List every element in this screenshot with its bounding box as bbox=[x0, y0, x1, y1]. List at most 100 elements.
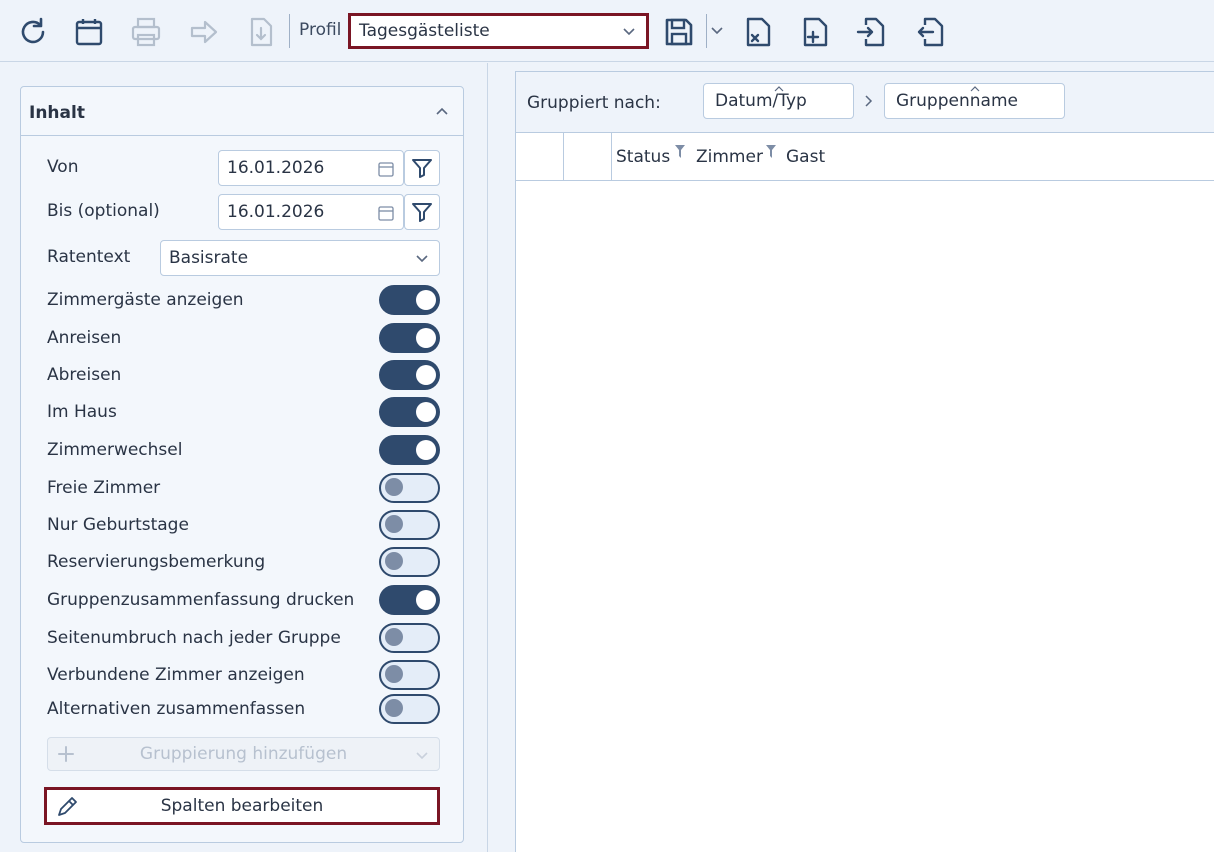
delete-profile-button[interactable] bbox=[738, 12, 778, 52]
toggle-switch[interactable] bbox=[379, 585, 440, 615]
from-date-value: 16.01.2026 bbox=[227, 158, 325, 178]
toolbar: Profil Tagesgästeliste bbox=[0, 0, 1214, 62]
toggle-knob bbox=[416, 290, 436, 310]
chevron-up-icon[interactable] bbox=[435, 105, 449, 119]
plus-icon bbox=[58, 746, 74, 762]
chevron-down-icon bbox=[416, 255, 428, 263]
toggle-switch[interactable] bbox=[379, 360, 440, 390]
chevron-down-icon[interactable] bbox=[709, 22, 725, 38]
toggle-knob bbox=[416, 402, 436, 422]
toggle-switch[interactable] bbox=[379, 660, 440, 690]
toggle-label: Alternativen zusammenfassen bbox=[47, 699, 306, 719]
settings-pane: Inhalt Von 16.01.2026 Bis (optional) 16.… bbox=[0, 63, 488, 852]
toggle-label: Zimmergäste anzeigen bbox=[47, 290, 244, 310]
column-header-room[interactable]: Zimmer bbox=[696, 147, 763, 167]
to-date-input[interactable]: 16.01.2026 bbox=[218, 194, 404, 230]
content-card-header[interactable]: Inhalt bbox=[21, 87, 463, 136]
edit-columns-button[interactable]: Spalten bearbeiten bbox=[44, 787, 440, 825]
forward-button[interactable] bbox=[184, 12, 224, 52]
save-icon bbox=[665, 18, 693, 46]
print-icon bbox=[131, 17, 161, 47]
to-label: Bis (optional) bbox=[47, 201, 160, 221]
grouped-by-label: Gruppiert nach: bbox=[527, 93, 661, 113]
export-profile-icon bbox=[917, 17, 944, 47]
profile-select-value: Tagesgästeliste bbox=[359, 21, 490, 41]
toggle-label: Reservierungsbemerkung bbox=[47, 552, 266, 572]
sort-caret-icon[interactable] bbox=[772, 84, 786, 94]
column-separator bbox=[563, 133, 564, 181]
refresh-icon bbox=[21, 17, 45, 44]
filter-icon[interactable] bbox=[765, 144, 777, 160]
toggle-switch[interactable] bbox=[379, 694, 440, 724]
toggle-label: Gruppenzusammenfassung drucken bbox=[47, 590, 355, 610]
toggle-switch[interactable] bbox=[379, 473, 440, 503]
refresh-button[interactable] bbox=[13, 12, 53, 52]
filter-icon[interactable] bbox=[674, 144, 686, 160]
toggle-switch[interactable] bbox=[379, 547, 440, 577]
profile-label: Profil bbox=[299, 20, 342, 40]
toggle-switch[interactable] bbox=[379, 285, 440, 315]
toggle-knob bbox=[416, 590, 436, 610]
toggle-knob bbox=[385, 699, 403, 717]
rate-select[interactable]: Basisrate bbox=[160, 240, 440, 276]
toggle-knob bbox=[416, 440, 436, 460]
filter-icon bbox=[412, 203, 432, 222]
toggle-label: Freie Zimmer bbox=[47, 478, 161, 498]
from-filter-button[interactable] bbox=[404, 150, 440, 186]
toggle-knob bbox=[385, 665, 403, 683]
export-icon bbox=[250, 17, 273, 47]
toggle-switch[interactable] bbox=[379, 623, 440, 653]
group-chip-label: Gruppenname bbox=[896, 91, 1018, 111]
column-separator bbox=[611, 133, 612, 181]
toggle-switch[interactable] bbox=[379, 435, 440, 465]
add-grouping-select[interactable]: Gruppierung hinzufügen bbox=[47, 737, 440, 771]
to-date-value: 16.01.2026 bbox=[227, 202, 325, 222]
report-grid-pane: Gruppiert nach: Datum/Typ Gruppenname St… bbox=[515, 71, 1214, 852]
rate-select-value: Basisrate bbox=[169, 248, 249, 268]
filter-icon bbox=[412, 159, 432, 178]
group-chip-label: Datum/Typ bbox=[715, 91, 807, 111]
new-profile-button[interactable] bbox=[795, 12, 835, 52]
content-card: Inhalt Von 16.01.2026 Bis (optional) 16.… bbox=[20, 86, 464, 843]
calendar-icon[interactable] bbox=[377, 160, 395, 178]
toggle-switch[interactable] bbox=[379, 323, 440, 353]
chevron-right-icon bbox=[865, 95, 873, 107]
content-card-title: Inhalt bbox=[29, 103, 85, 123]
export-button[interactable] bbox=[241, 12, 281, 52]
group-chip-date-type[interactable]: Datum/Typ bbox=[703, 83, 854, 119]
new-profile-icon bbox=[803, 17, 828, 47]
toggle-switch[interactable] bbox=[379, 510, 440, 540]
rate-label: Ratentext bbox=[47, 247, 131, 267]
chevron-down-icon bbox=[623, 28, 635, 36]
toggle-label: Nur Geburtstage bbox=[47, 515, 189, 535]
print-button[interactable] bbox=[126, 12, 166, 52]
toggle-label: Anreisen bbox=[47, 328, 122, 348]
profile-select[interactable]: Tagesgästeliste bbox=[348, 13, 649, 49]
calendar-button[interactable] bbox=[69, 12, 109, 52]
chevron-down-icon bbox=[416, 752, 428, 760]
toggle-label: Seitenumbruch nach jeder Gruppe bbox=[47, 628, 341, 648]
toggle-knob bbox=[416, 365, 436, 385]
to-filter-button[interactable] bbox=[404, 194, 440, 230]
delete-profile-icon bbox=[746, 17, 771, 47]
toolbar-divider bbox=[289, 14, 290, 48]
toggle-knob bbox=[416, 328, 436, 348]
column-header-status[interactable]: Status bbox=[616, 147, 670, 167]
pencil-icon bbox=[58, 797, 77, 816]
sort-caret-icon[interactable] bbox=[968, 84, 982, 94]
edit-columns-label: Spalten bearbeiten bbox=[160, 796, 324, 816]
toggle-switch[interactable] bbox=[379, 397, 440, 427]
toggle-label: Abreisen bbox=[47, 365, 122, 385]
export-profile-button[interactable] bbox=[910, 12, 950, 52]
group-chip-group-name[interactable]: Gruppenname bbox=[884, 83, 1065, 119]
toggle-knob bbox=[385, 478, 403, 496]
toggle-label: Verbundene Zimmer anzeigen bbox=[47, 665, 305, 685]
import-profile-button[interactable] bbox=[851, 12, 891, 52]
calendar-icon[interactable] bbox=[377, 204, 395, 222]
from-date-input[interactable]: 16.01.2026 bbox=[218, 150, 404, 186]
calendar-icon bbox=[75, 19, 103, 46]
grid-header: Status Zimmer Gast bbox=[516, 133, 1214, 181]
save-profile-button[interactable] bbox=[659, 12, 699, 52]
column-header-guest[interactable]: Gast bbox=[786, 147, 825, 167]
import-profile-icon bbox=[856, 17, 885, 47]
